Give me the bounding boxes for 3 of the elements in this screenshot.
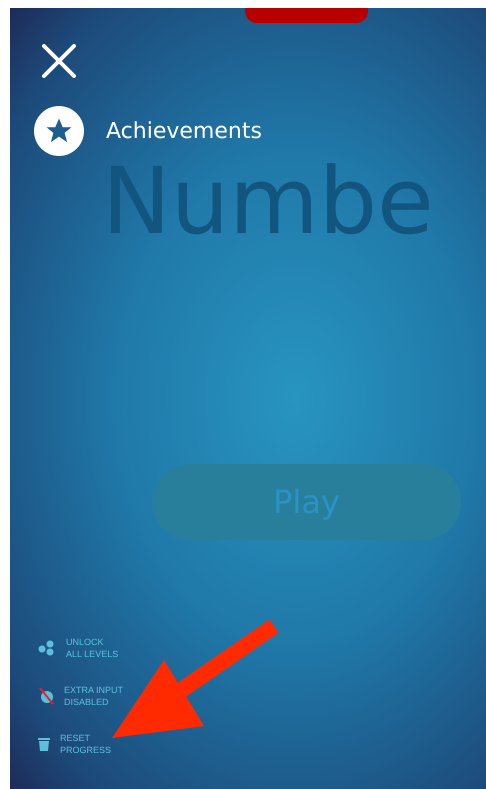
- option-button[interactable]: UNLOCK ALL LEVELS: [38, 636, 486, 660]
- option-button[interactable]: RESET PROGRESS: [38, 732, 486, 756]
- achievements-title[interactable]: Achievements: [106, 118, 262, 144]
